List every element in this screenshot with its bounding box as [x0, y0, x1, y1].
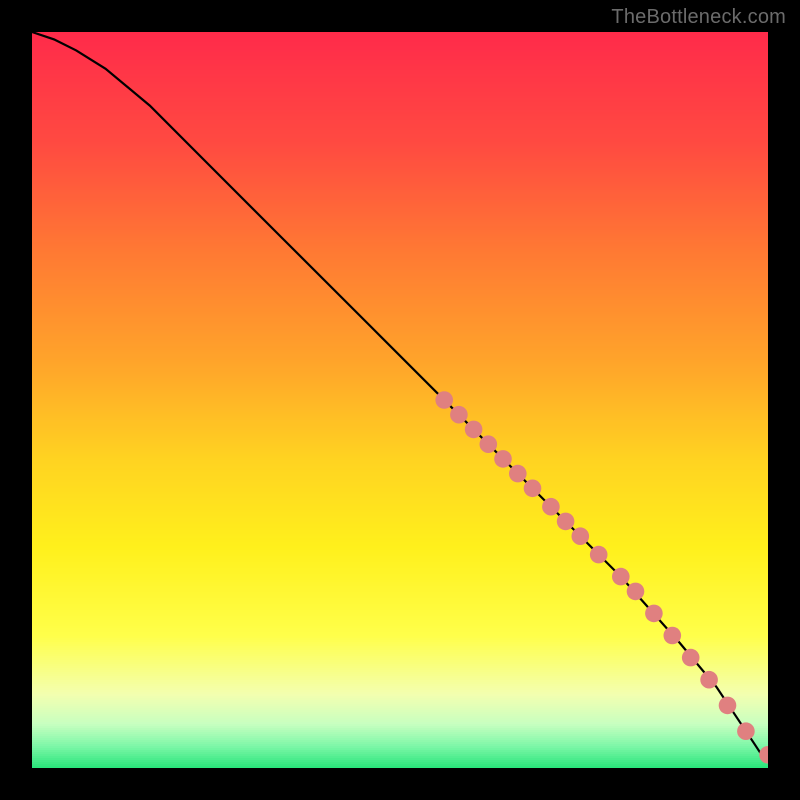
attribution-label: TheBottleneck.com: [611, 6, 786, 29]
plot-area: [32, 32, 768, 768]
chart-stage: TheBottleneck.com: [0, 0, 800, 800]
